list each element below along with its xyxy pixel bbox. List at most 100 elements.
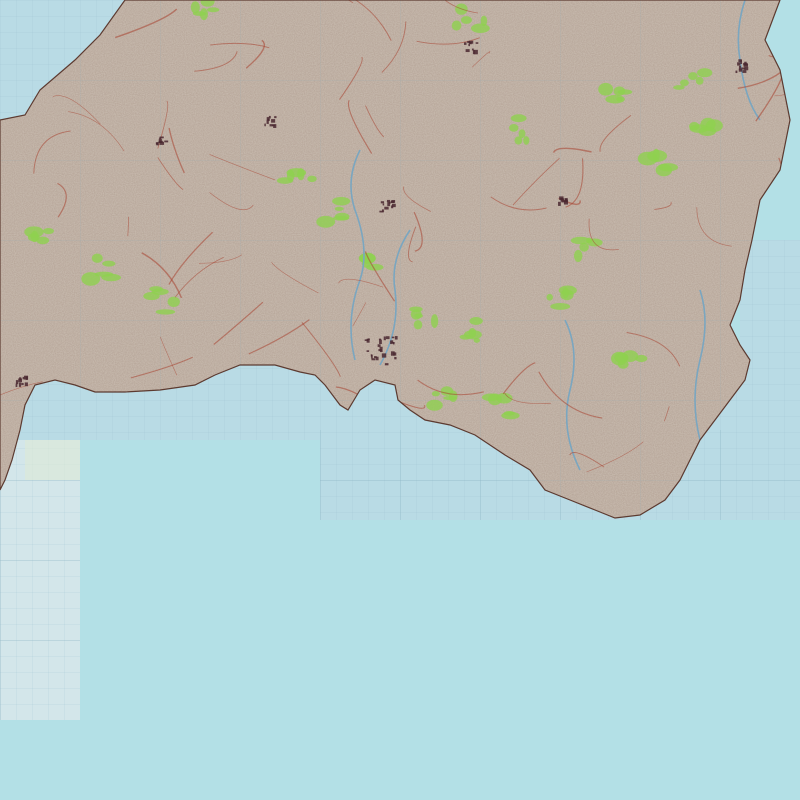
woodland-patch — [460, 16, 473, 24]
woodland-patch — [546, 293, 553, 301]
town-building — [24, 382, 28, 387]
woodland-patch — [332, 196, 351, 206]
town-building — [464, 42, 467, 45]
town-building — [743, 62, 748, 66]
town-building — [375, 356, 379, 361]
topographic-map[interactable] — [0, 0, 800, 800]
town-building — [386, 336, 390, 340]
woodland-patch — [334, 206, 344, 211]
town-building — [382, 203, 385, 206]
woodland-patch — [514, 136, 523, 145]
town-building — [155, 142, 158, 145]
woodland-patch — [431, 391, 440, 397]
town-building — [560, 198, 563, 200]
woodland-patch — [413, 320, 423, 330]
map-viewport[interactable] — [0, 0, 800, 800]
town-building — [366, 350, 370, 352]
town-building — [21, 382, 24, 386]
woodland-patch — [635, 354, 648, 363]
town-building — [370, 354, 373, 357]
town-building — [264, 123, 266, 127]
town-building — [377, 344, 381, 347]
woodland-patch — [414, 313, 423, 319]
woodland-patch — [560, 289, 574, 301]
town-building — [386, 199, 391, 203]
woodland-patch — [334, 212, 350, 221]
town-building — [387, 201, 391, 207]
woodland-patch — [316, 215, 336, 228]
woodland-patch — [509, 124, 519, 132]
town-building — [159, 141, 165, 145]
woodland-patch — [451, 20, 462, 31]
town-building — [379, 339, 382, 345]
town-building — [22, 376, 25, 380]
woodland-patch — [487, 393, 502, 406]
town-building — [379, 348, 383, 353]
woodland-patch — [426, 399, 443, 411]
woodland-patch — [91, 253, 103, 263]
woodland-patch — [598, 82, 614, 96]
town-building — [15, 380, 19, 385]
woodland-patch — [143, 292, 160, 301]
woodland-patch — [697, 68, 713, 78]
woodland-patch — [611, 351, 628, 366]
woodland-patch — [167, 296, 180, 307]
woodland-patch — [510, 114, 527, 123]
town-building — [742, 70, 747, 73]
town-building — [738, 65, 742, 70]
town-building — [159, 136, 164, 139]
town-building — [391, 342, 395, 344]
town-building — [379, 210, 384, 213]
town-building — [472, 49, 475, 55]
woodland-patch — [652, 148, 660, 163]
woodland-patch — [470, 23, 490, 34]
town-building — [394, 336, 398, 340]
town-building — [379, 346, 383, 349]
woodland-patch — [689, 122, 700, 131]
town-building — [741, 67, 746, 70]
town-building — [384, 206, 389, 210]
town-building — [15, 383, 18, 388]
town-building — [380, 201, 385, 204]
woodland-patch — [570, 236, 591, 245]
town-building — [274, 116, 277, 119]
woodland-patch — [199, 8, 208, 21]
woodland-patch — [30, 230, 39, 243]
woodland-patch — [297, 168, 305, 181]
woodland-patch — [94, 271, 114, 277]
town-building — [393, 352, 397, 356]
town-building — [164, 140, 169, 143]
town-building — [18, 378, 23, 383]
town-building — [737, 62, 741, 66]
woodland-patch — [573, 249, 583, 262]
woodland-patch — [102, 260, 116, 267]
woodland-patch — [550, 302, 571, 310]
town-building — [384, 363, 389, 366]
town-building — [25, 376, 28, 380]
woodland-patch — [523, 136, 530, 145]
town-building — [271, 119, 276, 123]
woodland-patch — [469, 317, 483, 325]
woodland-patch — [679, 79, 689, 87]
town-building — [465, 49, 470, 53]
town-building — [269, 124, 273, 127]
woodland-patch — [503, 411, 515, 416]
town-building — [268, 115, 271, 119]
town-building — [738, 59, 742, 63]
woodland-patch — [617, 89, 633, 95]
town-building — [475, 42, 479, 44]
woodland-patch — [616, 97, 623, 102]
town-building — [735, 70, 738, 74]
woodland-patch — [307, 175, 317, 183]
town-building — [392, 203, 396, 208]
woodland-patch — [286, 169, 295, 182]
woodland-patch — [655, 163, 673, 177]
town-building — [383, 336, 386, 341]
woodland-patch — [459, 334, 471, 340]
town-building — [390, 200, 395, 204]
woodland-patch — [409, 306, 423, 313]
woodland-patch — [688, 72, 698, 81]
woodland-patch — [206, 7, 220, 13]
town-building — [381, 353, 387, 358]
woodland-patch — [43, 227, 55, 235]
